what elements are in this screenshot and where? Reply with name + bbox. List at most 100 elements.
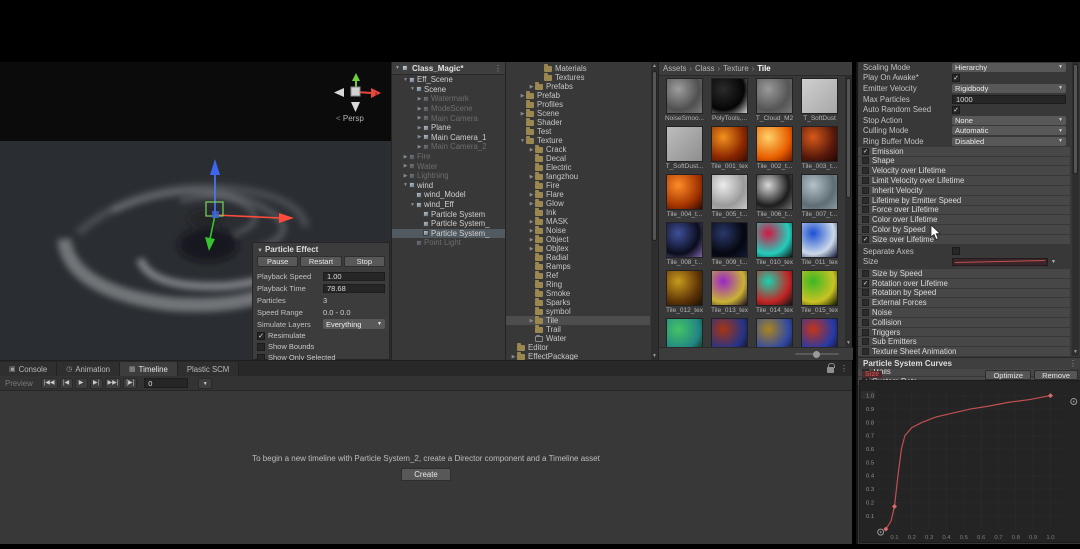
folder-item-trail[interactable]: Trail (506, 325, 650, 334)
asset-tile-010-tex[interactable]: Tile_010_tex (752, 222, 797, 270)
module-checkbox[interactable] (862, 319, 869, 326)
module-rotation-by-speed[interactable]: Rotation by Speed (858, 289, 1070, 299)
pause-button[interactable]: Pause (257, 256, 298, 267)
module-shape[interactable]: Shape (858, 157, 1070, 167)
asset-tile-013-tex[interactable]: Tile_013_tex (707, 270, 752, 318)
folder-item-tile[interactable]: ▶ Tile (506, 316, 650, 325)
breadcrumb-tile[interactable]: Tile (757, 64, 770, 73)
folder-item-flare[interactable]: ▶ Flare (506, 190, 650, 199)
asset-t-cloud-m2[interactable]: T_Cloud_M2 (752, 78, 797, 126)
module-size-by-speed[interactable]: Size by Speed (858, 269, 1070, 279)
folder-item-shader[interactable]: Shader (506, 118, 650, 127)
folder-item-sparks[interactable]: Sparks (506, 298, 650, 307)
hierarchy-item-wind[interactable]: ▼ wind (392, 181, 505, 191)
hierarchy-item-lightning[interactable]: ▶ Lightning (392, 171, 505, 181)
folder-item-fire[interactable]: Fire (506, 181, 650, 190)
module-texture-sheet-animation[interactable]: Texture Sheet Animation (858, 347, 1070, 357)
curve-dropdown-icon[interactable]: ▼ (1051, 259, 1056, 265)
hierarchy-item-point-light[interactable]: Point Light (392, 238, 505, 248)
tab-console[interactable]: ▣ Console (0, 362, 57, 376)
expand-arrow-icon[interactable]: ▶ (528, 192, 535, 198)
breadcrumb-texture[interactable]: Texture (723, 64, 749, 73)
folder-item-prefab[interactable]: ▶ Prefab (506, 91, 650, 100)
particle-system-curves-header[interactable]: Particle System Curves ⋮ (858, 357, 1080, 369)
folder-item-water[interactable]: Water (506, 334, 650, 343)
skip-to-start-icon[interactable]: |◀◀ (41, 378, 58, 389)
collapse-arrow-icon[interactable]: ▼ (257, 248, 263, 254)
hierarchy-item-watermark[interactable]: ▶ Watermark (392, 94, 505, 104)
frame-field[interactable]: 0 (144, 378, 188, 388)
module-checkbox[interactable] (862, 329, 869, 336)
hierarchy-item-particle-system[interactable]: Particle System (392, 209, 505, 219)
perspective-label[interactable]: < Persp (336, 114, 364, 123)
play-range-icon[interactable]: [▶] (123, 378, 137, 389)
module-checkbox[interactable] (862, 167, 869, 174)
stop-action-dropdown[interactable]: None▼ (952, 116, 1066, 125)
folder-item-smoke[interactable]: Smoke (506, 289, 650, 298)
module-checkbox[interactable]: ✓ (862, 280, 869, 287)
expand-arrow-icon[interactable]: ▼ (402, 77, 409, 83)
optimize-button[interactable]: Optimize (985, 370, 1031, 380)
folder-item-noise[interactable]: ▶ Noise (506, 226, 650, 235)
folder-item-ramps[interactable]: Ramps (506, 262, 650, 271)
ring-buffer-mode-dropdown[interactable]: Disabled▼ (952, 137, 1066, 146)
asset-polytools[interactable]: PolyTools,... (707, 78, 752, 126)
module-checkbox[interactable] (862, 226, 869, 233)
expand-arrow-icon[interactable]: ▶ (416, 125, 423, 131)
hierarchy-scene-header[interactable]: ▼ Class_Magic* ⋮ (392, 62, 505, 75)
pe-check-show-only-selected[interactable]: Show Only Selected (257, 352, 385, 360)
module-checkbox[interactable] (862, 348, 869, 355)
asset-tile-007-t[interactable]: Tile_007_t... (797, 174, 842, 222)
folder-item-editor[interactable]: Editor (506, 343, 650, 352)
module-checkbox[interactable] (862, 177, 869, 184)
module-checkbox[interactable] (862, 197, 869, 204)
hierarchy-item-main-camera-1[interactable]: ▶ Main Camera_1 (392, 133, 505, 143)
kebab-menu-icon[interactable]: ⋮ (1069, 359, 1077, 368)
folder-item-glow[interactable]: ▶ Glow (506, 199, 650, 208)
folder-item-objtex[interactable]: ▶ Objtex (506, 244, 650, 253)
module-checkbox[interactable] (862, 206, 869, 213)
asset-tile-014-tex[interactable]: Tile_014_tex (752, 270, 797, 318)
folder-item-profiles[interactable]: Profiles (506, 100, 650, 109)
folder-item-fangzhou[interactable]: ▶ fangzhou (506, 172, 650, 181)
breadcrumb-assets[interactable]: Assets (663, 64, 686, 73)
expand-arrow-icon[interactable]: ▶ (528, 228, 535, 234)
expand-arrow-icon[interactable]: ▼ (402, 182, 409, 188)
asset-tile-003-t[interactable]: Tile_003_t... (797, 126, 842, 174)
project-tree-scrollbar[interactable]: ▲ ▼ (651, 62, 658, 360)
expand-arrow-icon[interactable]: ▶ (528, 318, 535, 324)
curve-legend-size[interactable]: Size (862, 371, 882, 378)
asset-item[interactable] (797, 318, 842, 347)
folder-item-symbol[interactable]: symbol (506, 307, 650, 316)
expand-arrow-icon[interactable]: ▶ (510, 354, 517, 360)
lock-icon[interactable] (827, 367, 834, 373)
folder-item-ring[interactable]: Ring (506, 280, 650, 289)
preview-toggle[interactable]: Preview (5, 379, 33, 388)
expand-arrow-icon[interactable]: ▼ (409, 86, 416, 92)
folder-item-ref[interactable]: Ref (506, 271, 650, 280)
hierarchy-item-particle-system[interactable]: Particle System_ (392, 219, 505, 229)
asset-noisesmoo[interactable]: NoiseSmoo... (662, 78, 707, 126)
hierarchy-item-modescene[interactable]: ▶ ModeScene (392, 104, 505, 114)
expand-arrow-icon[interactable]: ▶ (528, 84, 535, 90)
asset-item[interactable] (662, 318, 707, 347)
checkbox[interactable] (257, 343, 265, 351)
module-checkbox[interactable]: ✓ (862, 148, 869, 155)
module-checkbox[interactable] (862, 338, 869, 345)
module-external-forces[interactable]: External Forces (858, 298, 1070, 308)
tab-animation[interactable]: ◷ Animation (57, 362, 120, 376)
folder-item-materials[interactable]: Materials (506, 64, 650, 73)
folder-item-electric[interactable]: Electric (506, 163, 650, 172)
expand-arrow-icon[interactable]: ▶ (528, 201, 535, 207)
pe-check-show-bounds[interactable]: Show Bounds (257, 341, 385, 352)
expand-arrow-icon[interactable]: ▶ (416, 134, 423, 140)
particle-curve-editor[interactable]: 0.10.20.30.40.50.60.70.80.91.00.10.20.30… (859, 380, 1080, 543)
collapse-arrow-icon[interactable]: ▼ (395, 65, 400, 71)
emitter-velocity-dropdown[interactable]: Rigidbody▼ (952, 84, 1066, 93)
module-color-by-speed[interactable]: Color by Speed (858, 225, 1070, 235)
module-checkbox[interactable] (862, 270, 869, 277)
expand-arrow-icon[interactable]: ▶ (402, 163, 409, 169)
asset-tile-015-tex[interactable]: Tile_015_tex (797, 270, 842, 318)
module-emission[interactable]: ✓ Emission (858, 147, 1070, 157)
folder-item-prefabs[interactable]: ▶ Prefabs (506, 82, 650, 91)
